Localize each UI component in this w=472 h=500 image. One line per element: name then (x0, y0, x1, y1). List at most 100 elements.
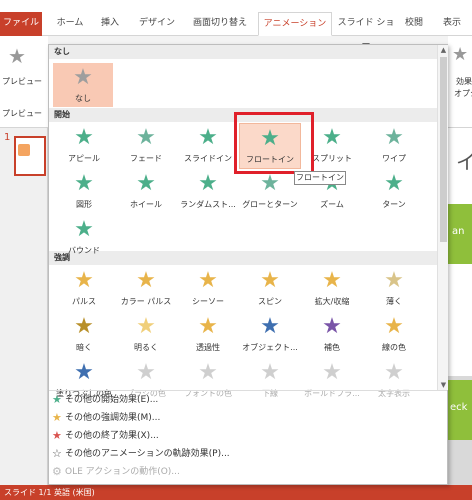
tooltip-float-in: フロートイン (294, 171, 346, 185)
more-item-label: OLE アクションの動作(O)... (65, 467, 180, 477)
anim-item-label: シーソー (192, 297, 224, 306)
anim-item[interactable]: ★ 図形 (53, 169, 115, 215)
exit-star-icon: ★ (52, 429, 62, 442)
anim-item[interactable]: ★ シーソー (177, 266, 239, 312)
anim-item-label: ランダムスト... (180, 200, 236, 209)
none-star-icon: ★ (73, 65, 93, 90)
more-entrance-effects[interactable]: ★ その他の開始効果(E)... (49, 391, 447, 409)
effect-star-icon: ★ (74, 360, 94, 385)
anim-item[interactable]: ★ ランダムスト... (177, 169, 239, 215)
anim-item-label: フェード (130, 154, 162, 163)
more-item-label: その他の開始効果(E)... (65, 395, 159, 405)
effect-star-icon: ★ (260, 360, 280, 385)
anim-item[interactable]: ★ 補色 (301, 312, 363, 358)
slide-title-fragment: イ (456, 150, 472, 174)
scroll-down-arrow-icon[interactable]: ▼ (438, 380, 449, 390)
anim-item-label: ズーム (320, 200, 344, 209)
anim-item-label: ワイプ (382, 154, 406, 163)
more-emphasis-effects[interactable]: ★ その他の強調効果(M)... (49, 409, 447, 427)
anim-item-label: 補色 (324, 343, 340, 352)
anim-item-label: パルス (72, 297, 96, 306)
anim-item[interactable]: ★ カラー パルス (115, 266, 177, 312)
ole-action-verbs[interactable]: ⚙ OLE アクションの動作(O)... (49, 463, 447, 481)
effect-star-icon: ★ (384, 268, 404, 293)
tab-review[interactable]: 校閲 (400, 12, 428, 36)
effect-star-icon: ★ (322, 360, 342, 385)
anim-item[interactable]: ★ 線の色 (363, 312, 425, 358)
tab-design[interactable]: デザイン (132, 12, 182, 36)
ole-gear-icon: ⚙ (52, 465, 62, 478)
effect-star-icon: ★ (384, 171, 404, 196)
gallery-scrollbar[interactable]: ▲ ▼ (437, 45, 448, 390)
effect-star-icon: ★ (136, 171, 156, 196)
effect-star-icon: ★ (260, 314, 280, 339)
tab-insert[interactable]: 挿入 (94, 12, 126, 36)
slide-number: 1 (4, 132, 11, 143)
more-item-label: その他の強調効果(M)... (65, 413, 161, 423)
tab-transitions[interactable]: 画面切り替え (186, 12, 254, 36)
anim-item-none[interactable]: ★ なし (53, 63, 113, 107)
more-item-label: その他の終了効果(X)... (65, 431, 159, 441)
anim-item-label: 図形 (76, 200, 92, 209)
tab-slideshow[interactable]: スライド ショー (336, 12, 396, 50)
ribbon-left: ★ プレビュー プレビュー (0, 36, 48, 128)
more-effects-list: ★ その他の開始効果(E)... ★ その他の強調効果(M)... ★ その他の終了効… (49, 390, 447, 481)
anim-item-label: 薄く (386, 297, 402, 306)
anim-item[interactable]: ★ スライドイン (177, 123, 239, 169)
anim-item[interactable]: ★ スピン (239, 266, 301, 312)
anim-item[interactable]: ★ パルス (53, 266, 115, 312)
anim-item-label: ターン (382, 200, 406, 209)
anim-item-label: 暗く (76, 343, 92, 352)
more-exit-effects[interactable]: ★ その他の終了効果(X)... (49, 427, 447, 445)
tab-file[interactable]: ファイル (0, 12, 42, 36)
slide-green-shape-1[interactable]: an (448, 204, 472, 264)
anim-item-label: 明るく (134, 343, 158, 352)
effect-options-sub[interactable]: オプシ (454, 88, 472, 99)
anim-item-label: スライドイン (184, 154, 232, 163)
more-motion-paths[interactable]: ☆ その他のアニメーションの軌跡効果(P)... (49, 445, 447, 463)
anim-item[interactable]: ★ 拡大/収縮 (301, 266, 363, 312)
anim-item[interactable]: ★ バウンド (53, 215, 115, 261)
anim-item[interactable]: ★ グローとターン (239, 169, 301, 215)
emphasis-star-icon: ★ (52, 411, 62, 424)
slide-thumbnail[interactable] (14, 136, 46, 176)
tab-home[interactable]: ホーム (50, 12, 90, 36)
scroll-thumb[interactable] (440, 57, 447, 242)
effect-star-icon: ★ (260, 268, 280, 293)
entrance-star-icon: ★ (52, 393, 62, 406)
anim-item[interactable]: ★ 暗く (53, 312, 115, 358)
anim-item-label: なし (75, 94, 91, 103)
tab-animations[interactable]: アニメーション (258, 12, 332, 36)
preview-icon[interactable]: ★ (8, 44, 26, 68)
anim-item[interactable]: ★ 透過性 (177, 312, 239, 358)
anim-item[interactable]: ★ ホイール (115, 169, 177, 215)
effect-star-icon: ★ (74, 171, 94, 196)
anim-item[interactable]: ★ ワイプ (363, 123, 425, 169)
animation-gallery-dropdown: なし ★ なし 開始 強調 ★ アピール ★ フェード ★ スライドイン ★ フロートイン ★ ス… (48, 44, 448, 485)
slide-thumbnails-pane: 1 (0, 128, 48, 485)
green-shape-1-text: an (452, 226, 465, 237)
effect-star-icon: ★ (198, 125, 218, 150)
anim-item[interactable]: ★ アピール (53, 123, 115, 169)
anim-item-label: 拡大/収縮 (314, 297, 350, 306)
anim-item[interactable]: ★ フェード (115, 123, 177, 169)
effect-options-label[interactable]: 効果 (456, 76, 472, 87)
anim-item[interactable]: ★ オブジェクト... (239, 312, 301, 358)
scroll-up-arrow-icon[interactable]: ▲ (438, 45, 449, 55)
anim-item[interactable]: ★ ターン (363, 169, 425, 215)
effect-options-icon[interactable]: ★ (452, 44, 468, 65)
ribbon-tabs: ファイル ホーム 挿入 デザイン 画面切り替え アニメーション スライド ショー… (0, 0, 472, 50)
slide-green-shape-2[interactable]: eck (448, 380, 472, 440)
tab-view[interactable]: 表示 (436, 12, 468, 36)
effect-star-icon: ★ (198, 314, 218, 339)
effect-star-icon: ★ (74, 268, 94, 293)
preview-button-label[interactable]: プレビュー (2, 76, 42, 87)
anim-item[interactable]: ★ 薄く (363, 266, 425, 312)
effect-star-icon: ★ (384, 314, 404, 339)
preview-group-label: プレビュー (2, 109, 42, 118)
anim-item[interactable]: ★ 明るく (115, 312, 177, 358)
section-header-none: なし (49, 45, 437, 59)
thumbnail-shape (18, 144, 30, 156)
anim-item-label: ホイール (130, 200, 162, 209)
effect-star-icon: ★ (322, 314, 342, 339)
